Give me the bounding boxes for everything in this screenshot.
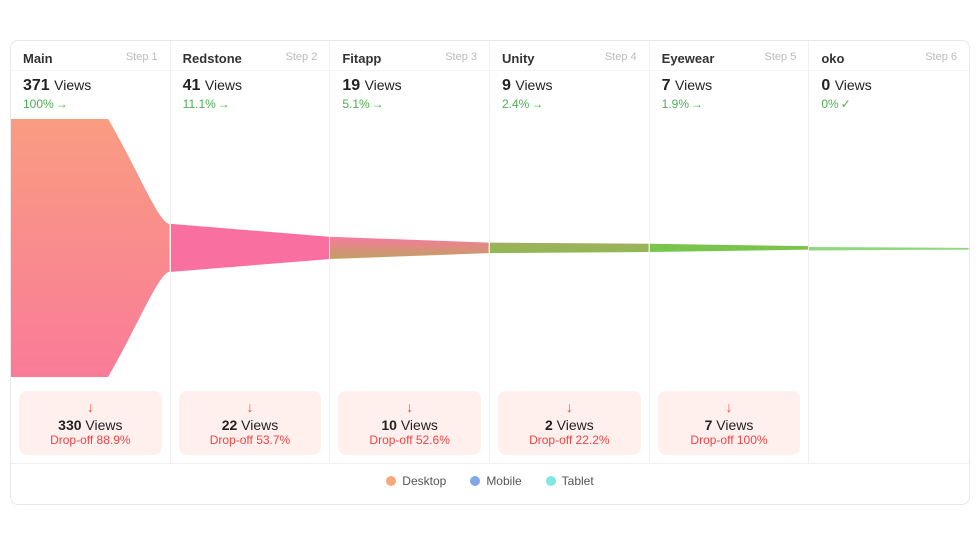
dropoff-pct-eyewear: Drop-off 100% xyxy=(668,433,791,447)
dropoff-arrow-fitapp: ↓ xyxy=(348,399,471,415)
funnel-container: Main Step 1 371 Views 100%→ ↓ 330 Views … xyxy=(10,40,970,505)
views-count-fitapp: 19 Views xyxy=(342,77,477,95)
col-title-main: Main xyxy=(23,51,53,66)
funnel-grid: Main Step 1 371 Views 100%→ ↓ 330 Views … xyxy=(11,41,969,464)
legend-label-mobile: Mobile xyxy=(486,474,521,488)
funnel-col-unity: Unity Step 4 9 Views 2.4%→ ↓ 2 Views Dro… xyxy=(490,41,650,463)
legend-item-mobile: Mobile xyxy=(470,474,521,488)
col-stats-eyewear: 7 Views 1.9%→ xyxy=(650,71,809,119)
funnel-vis-redstone xyxy=(171,119,330,385)
dropoff-arrow-redstone: ↓ xyxy=(189,399,312,415)
step-label-fitapp: Step 3 xyxy=(445,51,477,63)
col-title-oko: oko xyxy=(821,51,844,66)
step-label-unity: Step 4 xyxy=(605,51,637,63)
funnel-col-fitapp: Fitapp Step 3 19 Views 5.1%→ ↓ 10 Views … xyxy=(330,41,490,463)
col-header-redstone: Redstone Step 2 xyxy=(171,41,330,71)
dropoff-arrow-main: ↓ xyxy=(29,399,152,415)
pct-eyewear: 1.9%→ xyxy=(662,97,797,111)
dropoff-box-eyewear: ↓ 7 Views Drop-off 100% xyxy=(658,391,801,455)
pct-fitapp: 5.1%→ xyxy=(342,97,477,111)
funnel-vis-main xyxy=(11,119,170,385)
views-count-unity: 9 Views xyxy=(502,77,637,95)
funnel-vis-unity xyxy=(490,119,649,385)
dropoff-views-main: 330 Views xyxy=(29,417,152,433)
dropoff-pct-main: Drop-off 88.9% xyxy=(29,433,152,447)
views-count-redstone: 41 Views xyxy=(183,77,318,95)
funnel-vis-oko xyxy=(809,119,969,383)
legend-dot-mobile xyxy=(470,476,480,486)
step-label-oko: Step 6 xyxy=(925,51,957,63)
col-header-main: Main Step 1 xyxy=(11,41,170,71)
col-stats-unity: 9 Views 2.4%→ xyxy=(490,71,649,119)
dropoff-arrow-unity: ↓ xyxy=(508,399,631,415)
dropoff-views-unity: 2 Views xyxy=(508,417,631,433)
views-count-main: 371 Views xyxy=(23,77,158,95)
col-title-unity: Unity xyxy=(502,51,535,66)
pct-redstone: 11.1%→ xyxy=(183,97,318,111)
legend-item-desktop: Desktop xyxy=(386,474,446,488)
col-header-eyewear: Eyewear Step 5 xyxy=(650,41,809,71)
legend-item-tablet: Tablet xyxy=(546,474,594,488)
col-header-unity: Unity Step 4 xyxy=(490,41,649,71)
views-count-eyewear: 7 Views xyxy=(662,77,797,95)
col-title-redstone: Redstone xyxy=(183,51,242,66)
pct-main: 100%→ xyxy=(23,97,158,111)
col-stats-redstone: 41 Views 11.1%→ xyxy=(171,71,330,119)
dropoff-pct-redstone: Drop-off 53.7% xyxy=(189,433,312,447)
dropoff-arrow-eyewear: ↓ xyxy=(668,399,791,415)
step-label-redstone: Step 2 xyxy=(286,51,318,63)
funnel-col-oko: oko Step 6 0 Views 0%✓ xyxy=(809,41,969,463)
legend-dot-desktop xyxy=(386,476,396,486)
dropoff-views-redstone: 22 Views xyxy=(189,417,312,433)
funnel-vis-eyewear xyxy=(650,119,809,385)
dropoff-views-eyewear: 7 Views xyxy=(668,417,791,433)
dropoff-box-fitapp: ↓ 10 Views Drop-off 52.6% xyxy=(338,391,481,455)
dropoff-pct-fitapp: Drop-off 52.6% xyxy=(348,433,471,447)
pct-oko: 0%✓ xyxy=(821,97,957,111)
col-stats-fitapp: 19 Views 5.1%→ xyxy=(330,71,489,119)
col-header-fitapp: Fitapp Step 3 xyxy=(330,41,489,71)
dropoff-box-unity: ↓ 2 Views Drop-off 22.2% xyxy=(498,391,641,455)
funnel-col-redstone: Redstone Step 2 41 Views 11.1%→ ↓ 22 Vie… xyxy=(171,41,331,463)
dropoff-box-redstone: ↓ 22 Views Drop-off 53.7% xyxy=(179,391,322,455)
views-count-oko: 0 Views xyxy=(821,77,957,95)
funnel-col-eyewear: Eyewear Step 5 7 Views 1.9%→ ↓ 7 Views D… xyxy=(650,41,810,463)
legend-label-desktop: Desktop xyxy=(402,474,446,488)
legend-label-tablet: Tablet xyxy=(562,474,594,488)
col-header-oko: oko Step 6 xyxy=(809,41,969,71)
funnel-vis-fitapp xyxy=(330,119,489,385)
step-label-eyewear: Step 5 xyxy=(765,51,797,63)
dropoff-views-fitapp: 10 Views xyxy=(348,417,471,433)
dropoff-box-main: ↓ 330 Views Drop-off 88.9% xyxy=(19,391,162,455)
col-stats-oko: 0 Views 0%✓ xyxy=(809,71,969,119)
col-title-fitapp: Fitapp xyxy=(342,51,381,66)
legend-dot-tablet xyxy=(546,476,556,486)
col-stats-main: 371 Views 100%→ xyxy=(11,71,170,119)
step-label-main: Step 1 xyxy=(126,51,158,63)
dropoff-pct-unity: Drop-off 22.2% xyxy=(508,433,631,447)
col-title-eyewear: Eyewear xyxy=(662,51,715,66)
funnel-col-main: Main Step 1 371 Views 100%→ ↓ 330 Views … xyxy=(11,41,171,463)
legend: Desktop Mobile Tablet xyxy=(11,464,969,492)
pct-unity: 2.4%→ xyxy=(502,97,637,111)
